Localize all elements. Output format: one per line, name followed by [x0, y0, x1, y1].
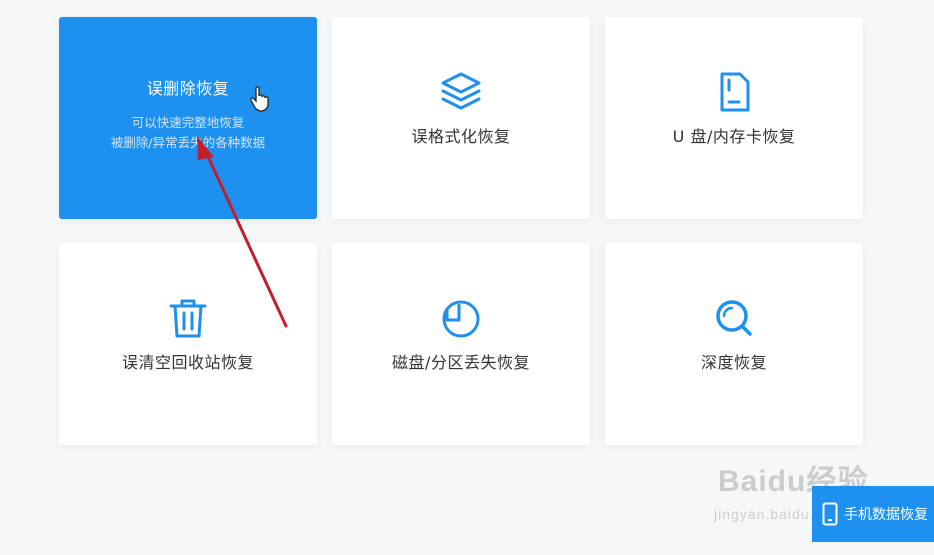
pie-chart-icon — [438, 295, 484, 341]
phone-button-label: 手机数据恢复 — [844, 507, 928, 523]
layers-icon — [438, 69, 484, 115]
card-usb-memory-card-recovery[interactable]: U 盘/内存卡恢复 — [605, 17, 863, 219]
card-disk-partition-recovery[interactable]: 磁盘/分区丢失恢复 — [332, 243, 590, 445]
card-label: 误清空回收站恢复 — [121, 353, 254, 372]
card-description-line-1: 可以快速完整地恢复 — [131, 115, 245, 130]
phone-data-recovery-button[interactable]: 手机数据恢复 — [812, 486, 934, 542]
card-label: 深度恢复 — [700, 353, 767, 372]
card-deep-recovery[interactable]: 深度恢复 — [605, 243, 863, 445]
card-title: 误删除恢复 — [146, 79, 230, 98]
card-description: 可以快速完整地恢复 被删除/异常丢失的各种数据 — [111, 113, 265, 153]
trash-icon — [165, 295, 211, 341]
card-label: 误格式化恢复 — [411, 127, 511, 146]
card-label: 磁盘/分区丢失恢复 — [392, 353, 530, 372]
hand-cursor-icon — [250, 86, 270, 116]
card-description-line-2: 被删除/异常丢失的各种数据 — [110, 135, 266, 150]
card-label: U 盘/内存卡恢复 — [672, 127, 796, 146]
sd-card-icon — [711, 69, 757, 115]
card-accidental-delete-recovery[interactable]: 误删除恢复 可以快速完整地恢复 被删除/异常丢失的各种数据 — [59, 17, 317, 219]
search-icon — [711, 295, 757, 341]
phone-icon — [822, 502, 838, 526]
card-recycle-bin-recovery[interactable]: 误清空回收站恢复 — [59, 243, 317, 445]
card-format-recovery[interactable]: 误格式化恢复 — [332, 17, 590, 219]
